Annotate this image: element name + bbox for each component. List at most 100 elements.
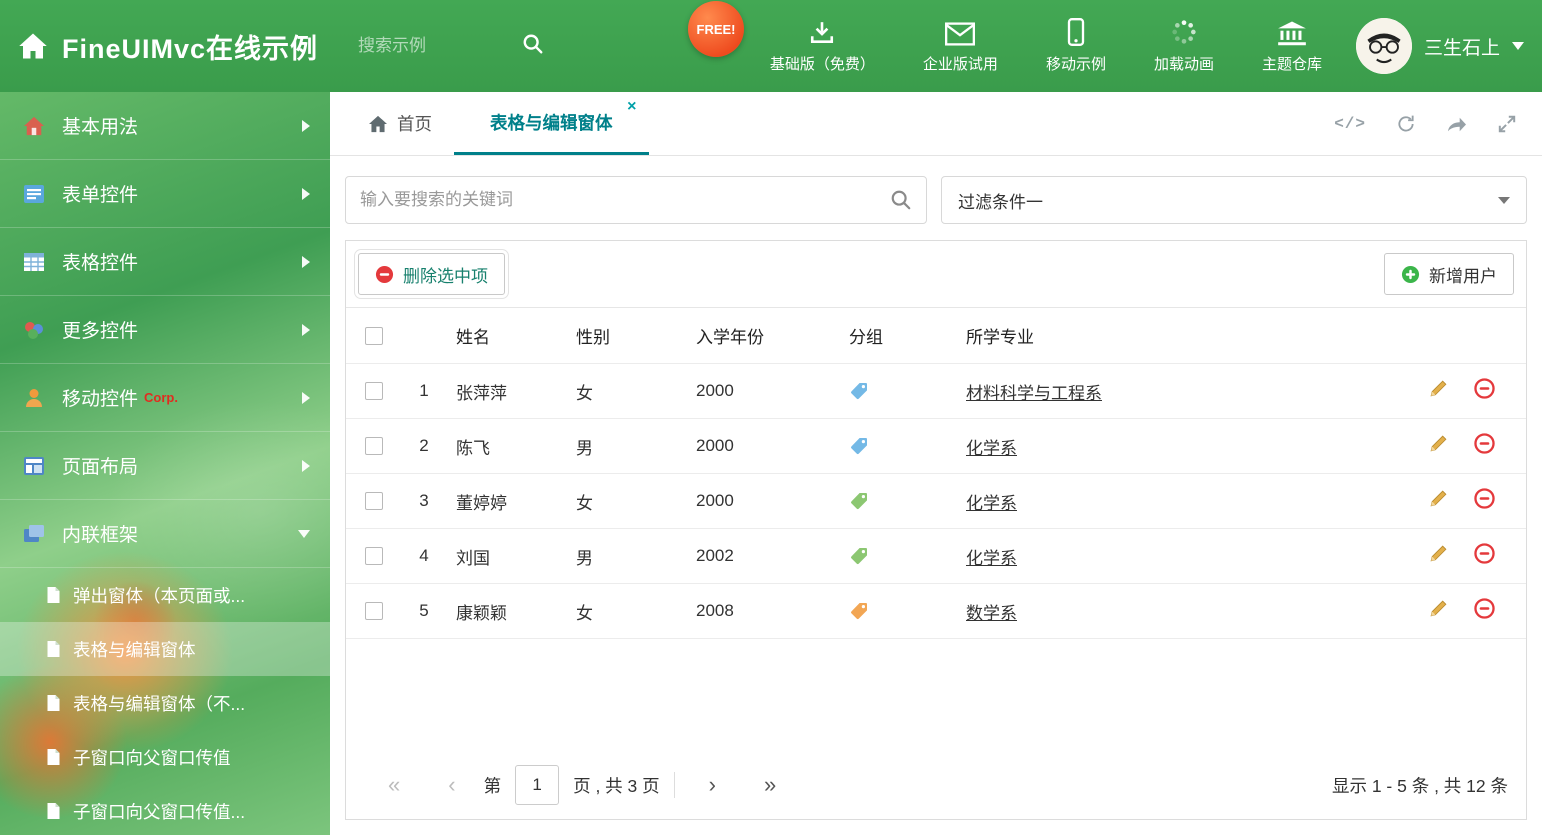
table-icon <box>22 250 46 274</box>
search-icon[interactable] <box>890 189 912 211</box>
nav-item-mobile-demo[interactable]: 移动示例 <box>1046 18 1106 74</box>
header-search <box>358 33 544 60</box>
row-index: 3 <box>419 491 429 510</box>
edit-pencil-icon[interactable] <box>1428 378 1449 399</box>
sidebar-item-grid-controls[interactable]: 表格控件 <box>0 228 330 296</box>
sidebar-subitem-child-to-parent[interactable]: 子窗口向父窗口传值 <box>0 730 330 784</box>
sidebar-item-more-controls[interactable]: 更多控件 <box>0 296 330 364</box>
delete-row-icon[interactable] <box>1474 543 1495 564</box>
user-menu[interactable]: 三生石上 <box>1355 18 1524 74</box>
sidebar-item-mobile-controls[interactable]: 移动控件 Corp. <box>0 364 330 432</box>
first-page-button[interactable]: « <box>364 774 424 796</box>
filter-dropdown-value: 过滤条件一 <box>958 192 1043 212</box>
next-page-button[interactable]: › <box>685 774 740 796</box>
envelope-icon <box>945 18 976 46</box>
row-year: 2000 <box>696 436 734 455</box>
expand-icon[interactable] <box>1498 115 1516 133</box>
row-index: 5 <box>419 601 429 620</box>
sidebar-item-basic-usage[interactable]: 基本用法 <box>0 92 330 160</box>
row-index: 1 <box>419 381 429 400</box>
plus-circle-icon <box>1401 265 1420 284</box>
sidebar-item-inline-frame[interactable]: 内联框架 <box>0 500 330 568</box>
nav-label: 主题仓库 <box>1261 56 1322 73</box>
major-link[interactable]: 化学系 <box>966 494 1017 513</box>
edit-pencil-icon[interactable] <box>1428 598 1449 619</box>
nav-item-theme-repo[interactable]: 主题仓库 <box>1262 18 1322 74</box>
add-user-button[interactable]: 新增用户 <box>1384 253 1514 295</box>
row-checkbox[interactable] <box>365 382 383 400</box>
edit-pencil-icon[interactable] <box>1428 543 1449 564</box>
filter-dropdown[interactable]: 过滤条件一 <box>941 176 1527 224</box>
sidebar-item-page-layout[interactable]: 页面布局 <box>0 432 330 500</box>
search-icon[interactable] <box>508 33 544 60</box>
select-all-checkbox[interactable] <box>365 326 383 345</box>
refresh-icon[interactable] <box>1396 114 1416 134</box>
tag-icon <box>849 546 869 566</box>
row-checkbox[interactable] <box>365 602 383 620</box>
nav-item-basic-free[interactable]: 基础版（免费） <box>770 18 875 74</box>
download-icon <box>808 18 836 46</box>
mobile-icon <box>1067 18 1085 46</box>
nav-item-loading-animation[interactable]: 加载动画 <box>1154 18 1214 74</box>
major-link[interactable]: 化学系 <box>966 439 1017 458</box>
row-checkbox[interactable] <box>365 437 383 455</box>
tab-home[interactable]: 首页 <box>346 92 454 155</box>
tab-bar: 首页 表格与编辑窗体 × </> <box>330 92 1542 156</box>
last-page-button[interactable]: » <box>740 774 800 796</box>
chevron-right-icon <box>302 323 310 336</box>
record-summary: 显示 1 - 5 条 , 共 12 条 <box>1331 775 1508 796</box>
nav-item-enterprise-trial[interactable]: 企业版试用 <box>923 18 998 74</box>
row-checkbox[interactable] <box>365 492 383 510</box>
col-major: 所学专业 <box>966 328 1034 347</box>
keyword-search-input[interactable] <box>360 190 890 210</box>
major-link[interactable]: 材料科学与工程系 <box>966 384 1102 403</box>
home-icon[interactable] <box>18 32 48 60</box>
user-name: 三生石上 <box>1423 37 1500 59</box>
share-icon[interactable] <box>1446 115 1468 133</box>
row-year: 2000 <box>696 381 734 400</box>
divider <box>673 772 675 798</box>
table-row: 3 董婷婷 女 2000 化学系 <box>346 474 1526 529</box>
row-gender: 男 <box>576 438 593 458</box>
row-name: 陈飞 <box>456 438 490 458</box>
tab-grid-edit-window[interactable]: 表格与编辑窗体 × <box>454 92 649 155</box>
sidebar-item-label: 表单控件 <box>62 185 139 206</box>
table-body: 1 张萍萍 女 2000 材料科学与工程系 2 陈飞 男 2000 化学系 3 … <box>346 364 1526 639</box>
chevron-right-icon <box>302 187 310 200</box>
sidebar-subitem-grid-edit-window-no[interactable]: 表格与编辑窗体（不... <box>0 676 330 730</box>
delete-row-icon[interactable] <box>1474 488 1495 509</box>
sidebar-subitem-grid-edit-window[interactable]: 表格与编辑窗体 <box>0 622 330 676</box>
file-icon <box>46 694 61 712</box>
tag-icon <box>849 601 869 621</box>
row-checkbox[interactable] <box>365 547 383 565</box>
app-title: FineUIMvc在线示例 <box>62 33 319 64</box>
delete-row-icon[interactable] <box>1474 378 1495 399</box>
close-icon[interactable]: × <box>627 99 636 115</box>
prev-page-button[interactable]: ‹ <box>424 774 479 796</box>
major-link[interactable]: 化学系 <box>966 549 1017 568</box>
edit-pencil-icon[interactable] <box>1428 488 1449 509</box>
pagination: « ‹ 第 页 , 共 3 页 › » 显示 1 - 5 条 , 共 12 条 <box>346 751 1526 819</box>
sidebar-subitem-label: 子窗口向父窗口传值... <box>73 801 246 822</box>
chevron-down-icon <box>1512 42 1524 50</box>
row-gender: 女 <box>576 383 593 403</box>
sidebar-item-label: 更多控件 <box>62 321 139 342</box>
nav-label: 移动示例 <box>1045 56 1106 73</box>
source-code-icon[interactable]: </> <box>1334 115 1366 133</box>
sidebar-subitem-label: 弹出窗体（本页面或... <box>73 585 246 606</box>
col-name: 姓名 <box>456 328 490 347</box>
delete-selected-button[interactable]: 删除选中项 <box>354 249 509 299</box>
sidebar-subitem-popup-window[interactable]: 弹出窗体（本页面或... <box>0 568 330 622</box>
delete-row-icon[interactable] <box>1474 598 1495 619</box>
page-number-input[interactable] <box>515 765 560 805</box>
sidebar-item-form-controls[interactable]: 表单控件 <box>0 160 330 228</box>
edit-pencil-icon[interactable] <box>1428 433 1449 454</box>
header-search-input[interactable] <box>358 36 509 56</box>
delete-row-icon[interactable] <box>1474 433 1495 454</box>
corp-badge: Corp. <box>144 390 178 405</box>
major-link[interactable]: 数学系 <box>966 604 1017 623</box>
tag-icon <box>849 491 869 511</box>
sidebar-subitem-child-to-parent-2[interactable]: 子窗口向父窗口传值... <box>0 784 330 835</box>
row-index: 2 <box>419 436 429 455</box>
row-name: 张萍萍 <box>456 383 507 403</box>
